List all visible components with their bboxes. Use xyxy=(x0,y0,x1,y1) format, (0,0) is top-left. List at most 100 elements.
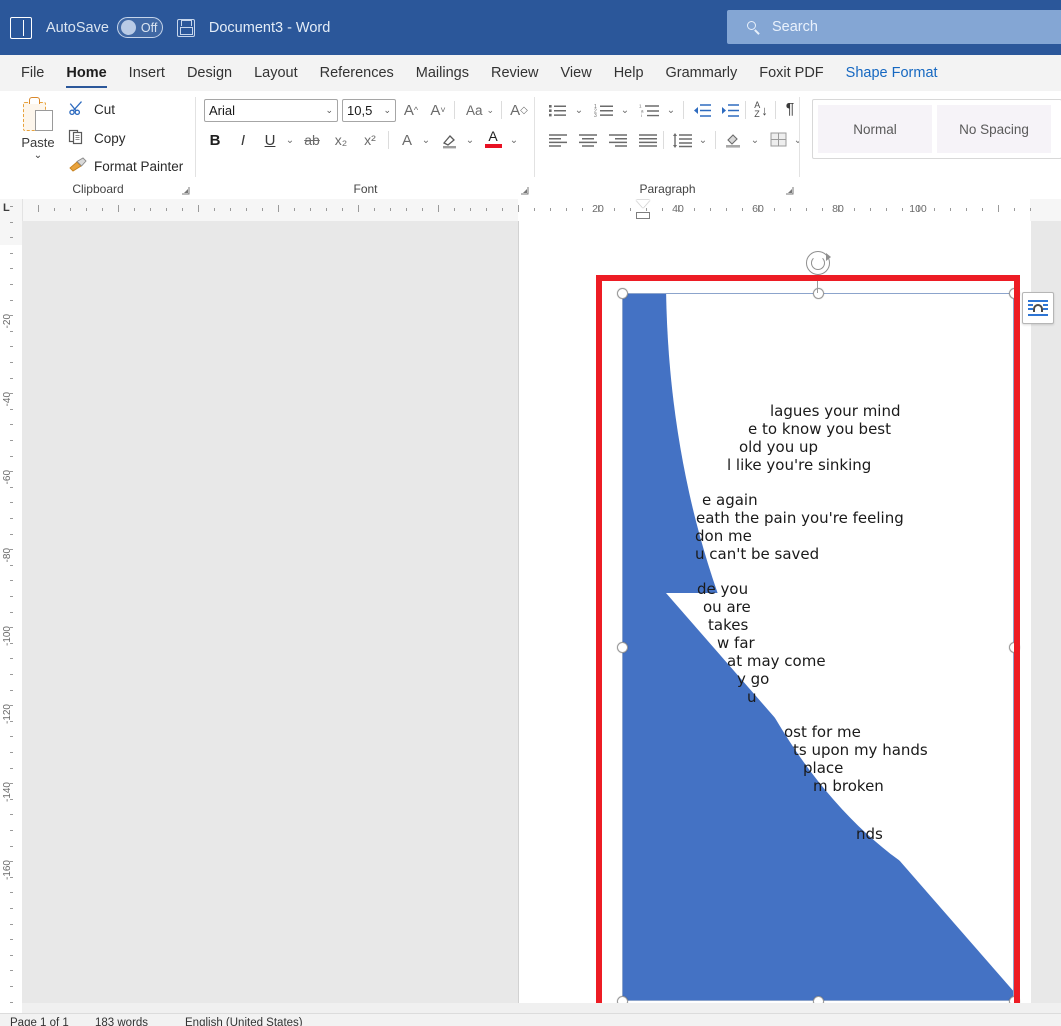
align-left-icon[interactable] xyxy=(545,129,571,151)
search-icon xyxy=(747,21,760,34)
paragraph-dialog-launcher[interactable] xyxy=(785,186,794,195)
style-no-spacing[interactable]: No Spacing xyxy=(937,105,1051,153)
tab-references[interactable]: References xyxy=(309,55,405,91)
bullet-list-icon[interactable] xyxy=(545,99,571,121)
numbered-list-icon[interactable]: 123 xyxy=(591,99,617,121)
show-formatting-marks-icon[interactable]: ¶ xyxy=(779,99,801,121)
align-center-icon[interactable] xyxy=(575,129,601,151)
change-case-button[interactable]: Aa⌄ xyxy=(462,99,498,121)
ruler-tick xyxy=(10,253,13,254)
vertical-ruler[interactable]: L -20-40-60-80-100-120-140-160 xyxy=(0,199,23,1025)
autosave-toggle[interactable]: Off xyxy=(117,17,163,38)
cut-button[interactable]: Cut xyxy=(68,98,115,120)
font-name-combo[interactable]: Arial ⌄ xyxy=(204,99,338,122)
font-size-combo[interactable]: 10,5 ⌄ xyxy=(342,99,396,122)
ruler-tick xyxy=(438,205,439,212)
tab-help[interactable]: Help xyxy=(603,55,655,91)
tab-file[interactable]: File xyxy=(10,55,55,91)
superscript-label: x² xyxy=(364,132,376,148)
resize-handle[interactable] xyxy=(617,642,628,653)
ruler-tick xyxy=(10,378,13,379)
paste-caret-icon[interactable]: ⌄ xyxy=(12,151,64,161)
borders-icon[interactable] xyxy=(767,129,791,151)
resize-handle[interactable] xyxy=(1009,642,1020,653)
document-text-below-shape[interactable]: And all that may goI walk beside you xyxy=(519,221,1031,1013)
ruler-tick xyxy=(10,955,13,956)
save-disk-icon[interactable] xyxy=(177,19,195,37)
tab-home[interactable]: Home xyxy=(55,55,117,91)
copy-button[interactable]: Copy xyxy=(68,127,126,149)
ruler-tick xyxy=(10,268,13,269)
font-color-button[interactable]: A xyxy=(482,127,504,149)
tab-stop-selector[interactable]: L xyxy=(3,202,10,214)
underline-caret-icon[interactable]: ⌄ xyxy=(282,129,298,151)
indent-markers[interactable] xyxy=(636,200,650,219)
tab-insert[interactable]: Insert xyxy=(118,55,176,91)
shading-caret-icon[interactable]: ⌄ xyxy=(747,129,763,151)
search-box[interactable]: Search xyxy=(727,10,1061,44)
subscript-button[interactable]: x₂ xyxy=(329,129,353,151)
text-effects-caret-icon[interactable]: ⌄ xyxy=(418,129,434,151)
layout-options-icon[interactable] xyxy=(1022,292,1054,324)
paste-button[interactable]: Paste ⌄ xyxy=(12,97,64,161)
document-page[interactable]: lagues your minde to know you bestold yo… xyxy=(518,221,1031,1013)
ruler-tick xyxy=(486,208,487,211)
highlight-caret-icon[interactable]: ⌄ xyxy=(462,129,478,151)
numbering-caret-icon[interactable]: ⌄ xyxy=(617,99,633,121)
ruler-tick xyxy=(422,208,423,211)
font-color-caret-icon[interactable]: ⌄ xyxy=(506,129,522,151)
chevron-down-icon[interactable]: ⌄ xyxy=(325,105,333,116)
ruler-tick xyxy=(806,208,807,211)
clipboard-dialog-launcher[interactable] xyxy=(181,186,190,195)
ruler-tick xyxy=(10,362,13,363)
tab-mailings[interactable]: Mailings xyxy=(405,55,480,91)
align-right-icon[interactable] xyxy=(605,129,631,151)
increase-indent-icon[interactable] xyxy=(717,99,743,121)
resize-handle[interactable] xyxy=(1009,288,1020,299)
horizontal-scrollbar[interactable] xyxy=(22,1003,1061,1013)
italic-label: I xyxy=(241,132,245,149)
font-dialog-launcher[interactable] xyxy=(520,186,529,195)
strikethrough-button[interactable]: ab xyxy=(300,129,324,151)
clear-formatting-button[interactable]: A◇ xyxy=(506,99,532,121)
bullets-caret-icon[interactable]: ⌄ xyxy=(571,99,587,121)
tab-shape-format[interactable]: Shape Format xyxy=(835,55,949,91)
document-canvas: lagues your minde to know you bestold yo… xyxy=(22,221,1061,1013)
text-effects-button[interactable]: A xyxy=(396,129,418,151)
horizontal-ruler[interactable]: 20406080100 xyxy=(22,199,1061,222)
resize-handle[interactable] xyxy=(617,288,628,299)
rotate-icon[interactable] xyxy=(806,251,830,275)
shrink-font-button[interactable]: A˅ xyxy=(426,99,450,121)
grow-font-button[interactable]: A^ xyxy=(399,99,423,121)
line-spacing-caret-icon[interactable]: ⌄ xyxy=(695,129,711,151)
ruler-number: -140 xyxy=(2,782,13,802)
sort-icon[interactable]: AZ↓ xyxy=(749,99,773,121)
decrease-indent-icon[interactable] xyxy=(689,99,715,121)
ruler-number: 20 xyxy=(592,203,604,215)
bold-button[interactable]: B xyxy=(204,129,226,151)
text-effects-label: A xyxy=(402,132,412,149)
tab-design[interactable]: Design xyxy=(176,55,243,91)
line-spacing-icon[interactable] xyxy=(669,129,695,151)
ruler-number: -80 xyxy=(2,548,13,562)
chevron-down-icon[interactable]: ⌄ xyxy=(383,105,391,116)
ruler-tick xyxy=(358,205,359,212)
underline-button[interactable]: U xyxy=(259,129,281,151)
tab-review[interactable]: Review xyxy=(480,55,550,91)
status-bar: Page 1 of 1 183 words English (United St… xyxy=(0,1013,1061,1026)
format-painter-button[interactable]: Format Painter xyxy=(68,155,183,177)
tab-layout[interactable]: Layout xyxy=(243,55,309,91)
multilevel-caret-icon[interactable]: ⌄ xyxy=(663,99,679,121)
italic-button[interactable]: I xyxy=(232,129,254,151)
highlight-color-button[interactable] xyxy=(438,129,462,151)
ruler-tick xyxy=(998,205,999,212)
justify-icon[interactable] xyxy=(635,129,661,151)
style-normal[interactable]: Normal xyxy=(818,105,932,153)
superscript-button[interactable]: x² xyxy=(358,129,382,151)
tab-grammarly[interactable]: Grammarly xyxy=(655,55,749,91)
tab-foxit-pdf[interactable]: Foxit PDF xyxy=(748,55,834,91)
shading-icon[interactable] xyxy=(721,129,747,151)
multilevel-list-icon[interactable]: 1ai xyxy=(637,99,663,121)
ruler-number: 100 xyxy=(909,203,927,215)
tab-view[interactable]: View xyxy=(550,55,603,91)
